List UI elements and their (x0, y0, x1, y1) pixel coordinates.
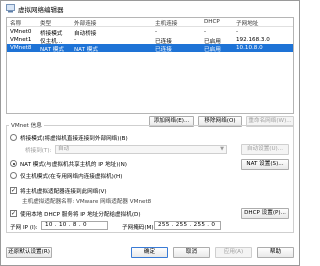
header-host[interactable]: 主机连接 (155, 19, 177, 27)
cell-dhcp: 已启用 (204, 47, 221, 53)
bridged-radio[interactable] (10, 134, 17, 141)
cell-name: VMnet0 (10, 29, 32, 35)
title-bar: 虚拟网络编辑器 (1, 1, 299, 16)
virtual-network-editor-window: 虚拟网络编辑器 名称 类型 外部连接 主机连接 DHCP 子网地址 VMnet0… (0, 0, 300, 266)
dhcp-checkbox[interactable]: ✓ (10, 210, 17, 217)
cell-name: VMnet1 (10, 37, 32, 43)
cell-subnet: 192.168.3.0 (236, 37, 270, 43)
subnet-mask-label: 子网掩码(M): (122, 225, 156, 231)
bridged-to-value: 自动 (58, 146, 70, 152)
connect-adapter-label[interactable]: 将主机虚拟适配器连接到此网络(V) (20, 187, 107, 195)
header-name[interactable]: 名称 (10, 19, 21, 27)
chevron-down-icon: ▼ (220, 146, 224, 152)
table-row[interactable]: VMnet0 桥接模式 自动桥接 - - - (7, 28, 293, 37)
table-row[interactable]: VMnet1 仅主机... - 已连接 已启用 192.168.3.0 (7, 36, 293, 45)
table-row-selected[interactable]: VMnet8 NAT 模式 NAT 模式 已连接 已启用 10.10.8.0 (7, 44, 293, 53)
cell-dhcp: - (204, 29, 207, 35)
cell-external: - (74, 37, 77, 43)
nat-settings-button[interactable]: NAT 设置(S)... (241, 159, 289, 170)
nat-radio[interactable] (10, 160, 17, 167)
dhcp-settings-button[interactable]: DHCP 设置(P)... (241, 208, 289, 219)
connect-adapter-checkbox[interactable]: ✓ (10, 187, 17, 194)
cell-host: 已连接 (155, 47, 172, 53)
nat-label[interactable]: NAT 模式(与虚拟机共享主机的 IP 地址)(N) (20, 160, 127, 168)
cell-name: VMnet8 (10, 45, 32, 51)
apply-button[interactable]: 应用(A) (215, 247, 252, 258)
adapter-name-text: 主机虚拟适配器名称: VMware 网络适配器 VMnet8 (22, 199, 152, 205)
restore-defaults-button[interactable]: 还原默认设置(R) (6, 247, 52, 258)
cancel-button[interactable]: 取消 (173, 247, 210, 258)
host-only-label[interactable]: 仅主机模式(在专用网络内连接虚拟机)(H) (20, 172, 122, 180)
header-dhcp[interactable]: DHCP (204, 19, 220, 25)
vmnet-info-title: VMnet 信息 (9, 121, 44, 129)
bridged-label[interactable]: 桥接模式(将虚拟机直接连接到外部网络)(B) (20, 134, 128, 142)
subnet-ip-input[interactable]: 10 . 10 . 8 . 0 (41, 221, 108, 230)
header-type[interactable]: 类型 (40, 19, 51, 27)
auto-settings-button[interactable]: 自动设置(U)... (241, 144, 289, 155)
bridged-to-label: 桥接到(T): (25, 148, 52, 154)
network-app-icon (6, 4, 15, 13)
cell-type: NAT 模式 (40, 47, 64, 53)
ok-button[interactable]: 确定 (131, 247, 168, 258)
header-subnet[interactable]: 子网地址 (236, 19, 258, 27)
header-external[interactable]: 外部连接 (74, 19, 96, 27)
cell-subnet: 10.10.8.0 (236, 45, 263, 51)
cell-subnet: - (236, 29, 239, 35)
cell-host: - (155, 29, 158, 35)
bridged-to-select[interactable]: 自动 ▼ (55, 145, 227, 154)
subnet-mask-input[interactable]: 255 . 255 . 255 . 0 (154, 221, 221, 230)
subnet-ip-label: 子网 IP (I): (10, 225, 38, 231)
table-header: 名称 类型 外部连接 主机连接 DHCP 子网地址 (7, 18, 293, 27)
window-title: 虚拟网络编辑器 (18, 6, 64, 14)
host-only-radio[interactable] (10, 172, 17, 179)
help-button[interactable]: 帮助 (257, 247, 294, 258)
dhcp-label[interactable]: 使用本地 DHCP 服务将 IP 地址分配给虚拟机(D) (20, 210, 141, 218)
cell-external: NAT 模式 (74, 47, 98, 53)
network-table[interactable]: 名称 类型 外部连接 主机连接 DHCP 子网地址 VMnet0 桥接模式 自动… (6, 17, 294, 114)
